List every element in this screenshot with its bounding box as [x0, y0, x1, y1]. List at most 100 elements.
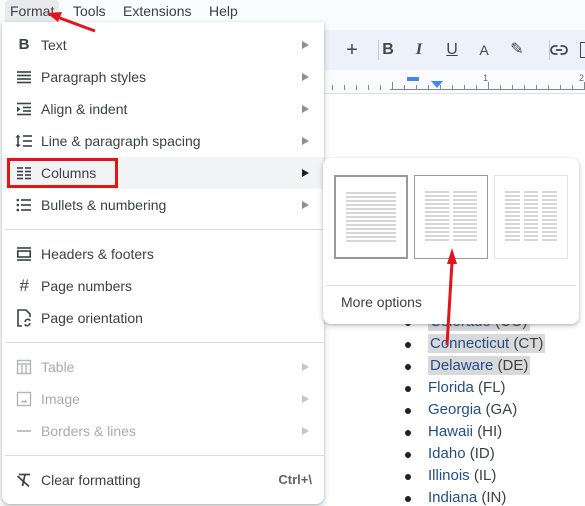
list-item-text: Delaware (DE): [428, 356, 531, 375]
ruler-tick: [380, 85, 381, 90]
bold-button[interactable]: B: [376, 30, 400, 70]
list-item[interactable]: Florida (FL): [400, 377, 545, 399]
ruler-tick: [416, 85, 417, 90]
menu-item-label: Paragraph styles: [41, 69, 147, 85]
menu-item-page-orientation[interactable]: Page orientation: [2, 302, 324, 334]
state-abbreviation: (IL): [473, 467, 497, 484]
ruler-tick: [536, 85, 537, 90]
ruler-tick: [332, 85, 333, 90]
bulleted-list-icon: [14, 189, 34, 221]
menu-help[interactable]: Help: [204, 0, 243, 23]
menu-tools[interactable]: Tools: [68, 0, 111, 23]
border-line-icon: [14, 415, 34, 447]
menu-item-bullets-numbering[interactable]: Bullets & numbering: [2, 189, 324, 221]
list-item[interactable]: Delaware (DE): [400, 355, 545, 377]
submenu-arrow-icon: [302, 363, 309, 371]
clear-formatting-icon: [14, 464, 34, 496]
ruler-tick: [572, 85, 573, 90]
left-indent-handle[interactable]: [431, 81, 443, 88]
highlight-color-button[interactable]: ✎: [505, 30, 529, 70]
indent-icon: [14, 93, 34, 125]
menu-item-borders-lines: Borders & lines: [2, 415, 324, 447]
menu-item-text[interactable]: B Text: [2, 29, 324, 61]
menu-item-label: Line & paragraph spacing: [41, 133, 201, 149]
menu-divider: [5, 455, 324, 456]
increase-font-size-button[interactable]: +: [340, 30, 364, 70]
first-line-indent-handle[interactable]: [407, 77, 419, 81]
state-abbreviation: (DE): [497, 357, 529, 374]
keyboard-shortcut: Ctrl+\: [278, 472, 312, 487]
menu-extensions[interactable]: Extensions: [118, 0, 196, 23]
bullet-icon: [405, 408, 411, 414]
menu-item-label: Borders & lines: [41, 423, 136, 439]
state-name: Indiana: [428, 489, 478, 506]
submenu-arrow-icon: [302, 41, 309, 49]
ruler-tick: [560, 85, 561, 90]
insert-link-button[interactable]: [547, 30, 571, 70]
line-spacing-icon: [14, 125, 34, 157]
list-item[interactable]: Connecticut (CT): [400, 333, 546, 355]
menu-item-label: Page orientation: [41, 310, 143, 326]
header-footer-icon: [14, 238, 34, 270]
bullet-icon: [405, 386, 411, 392]
state-name: Connecticut: [430, 335, 510, 352]
menu-format[interactable]: Format: [5, 0, 60, 23]
menu-item-image: Image: [2, 383, 324, 415]
list-item[interactable]: Illinois (IL): [400, 465, 545, 487]
list-item[interactable]: Indiana (IN): [400, 487, 545, 506]
list-item-text: Florida (FL): [428, 379, 506, 396]
menu-item-clear-formatting[interactable]: Clear formatting Ctrl+\: [2, 464, 324, 496]
ruler-tick: [476, 85, 477, 90]
column-preview: [505, 191, 558, 243]
menu-item-label: Table: [41, 359, 75, 375]
image-icon: [14, 383, 34, 415]
list-item[interactable]: Hawaii (HI): [400, 421, 545, 443]
paragraph-lines-icon: [14, 61, 34, 93]
text-color-button[interactable]: A: [472, 30, 496, 70]
submenu-arrow-icon: [302, 201, 309, 209]
format-menu: B Text Paragraph styles Align & indent L…: [2, 22, 324, 504]
one-column-preset[interactable]: [334, 175, 408, 259]
menu-item-line-spacing[interactable]: Line & paragraph spacing: [2, 125, 324, 157]
bullet-icon: [405, 496, 411, 502]
menu-item-paragraph-styles[interactable]: Paragraph styles: [2, 61, 324, 93]
menu-item-headers-footers[interactable]: Headers & footers: [2, 238, 324, 270]
menu-item-page-numbers[interactable]: # Page numbers: [2, 270, 324, 302]
submenu-arrow-icon: [302, 137, 309, 145]
list-item-text: Illinois (IL): [428, 467, 496, 484]
ruler-tick: [404, 85, 405, 90]
bullet-icon: [405, 342, 411, 348]
submenu-arrow-icon: [302, 169, 309, 177]
hash-icon: #: [19, 276, 29, 295]
annotation-highlight-box: [7, 158, 118, 188]
ruler-tick: [356, 85, 357, 90]
submenu-divider: [326, 285, 576, 286]
state-abbreviation: (ID): [469, 445, 495, 462]
menu-item-label: Text: [41, 37, 67, 53]
columns-submenu: More options: [323, 158, 579, 324]
ruler-tick: [344, 85, 345, 90]
ruler-tick: [428, 85, 429, 90]
menu-item-label: Clear formatting: [41, 472, 141, 488]
link-icon: [550, 44, 568, 55]
italic-button[interactable]: I: [407, 30, 431, 70]
list-item-text: Indiana (IN): [428, 489, 506, 506]
bullet-icon: [405, 452, 411, 458]
bullet-icon: [405, 474, 411, 480]
state-abbreviation: (HI): [477, 423, 503, 440]
submenu-arrow-icon: [302, 395, 309, 403]
bullet-icon: [405, 364, 411, 370]
menu-item-align-indent[interactable]: Align & indent: [2, 93, 324, 125]
underline-button[interactable]: U: [440, 30, 464, 70]
state-name: Idaho: [428, 445, 466, 462]
table-icon: [14, 351, 34, 383]
state-name: Delaware: [430, 357, 494, 374]
three-columns-preset[interactable]: [494, 175, 568, 259]
two-columns-preset[interactable]: [414, 175, 488, 259]
comment-icon[interactable]: [580, 42, 585, 58]
list-item[interactable]: Georgia (GA): [400, 399, 545, 421]
menu-item-label: Bullets & numbering: [41, 197, 167, 213]
more-options-button[interactable]: More options: [341, 292, 422, 312]
list-item[interactable]: Idaho (ID): [400, 443, 545, 465]
state-abbreviation: (FL): [478, 379, 506, 396]
